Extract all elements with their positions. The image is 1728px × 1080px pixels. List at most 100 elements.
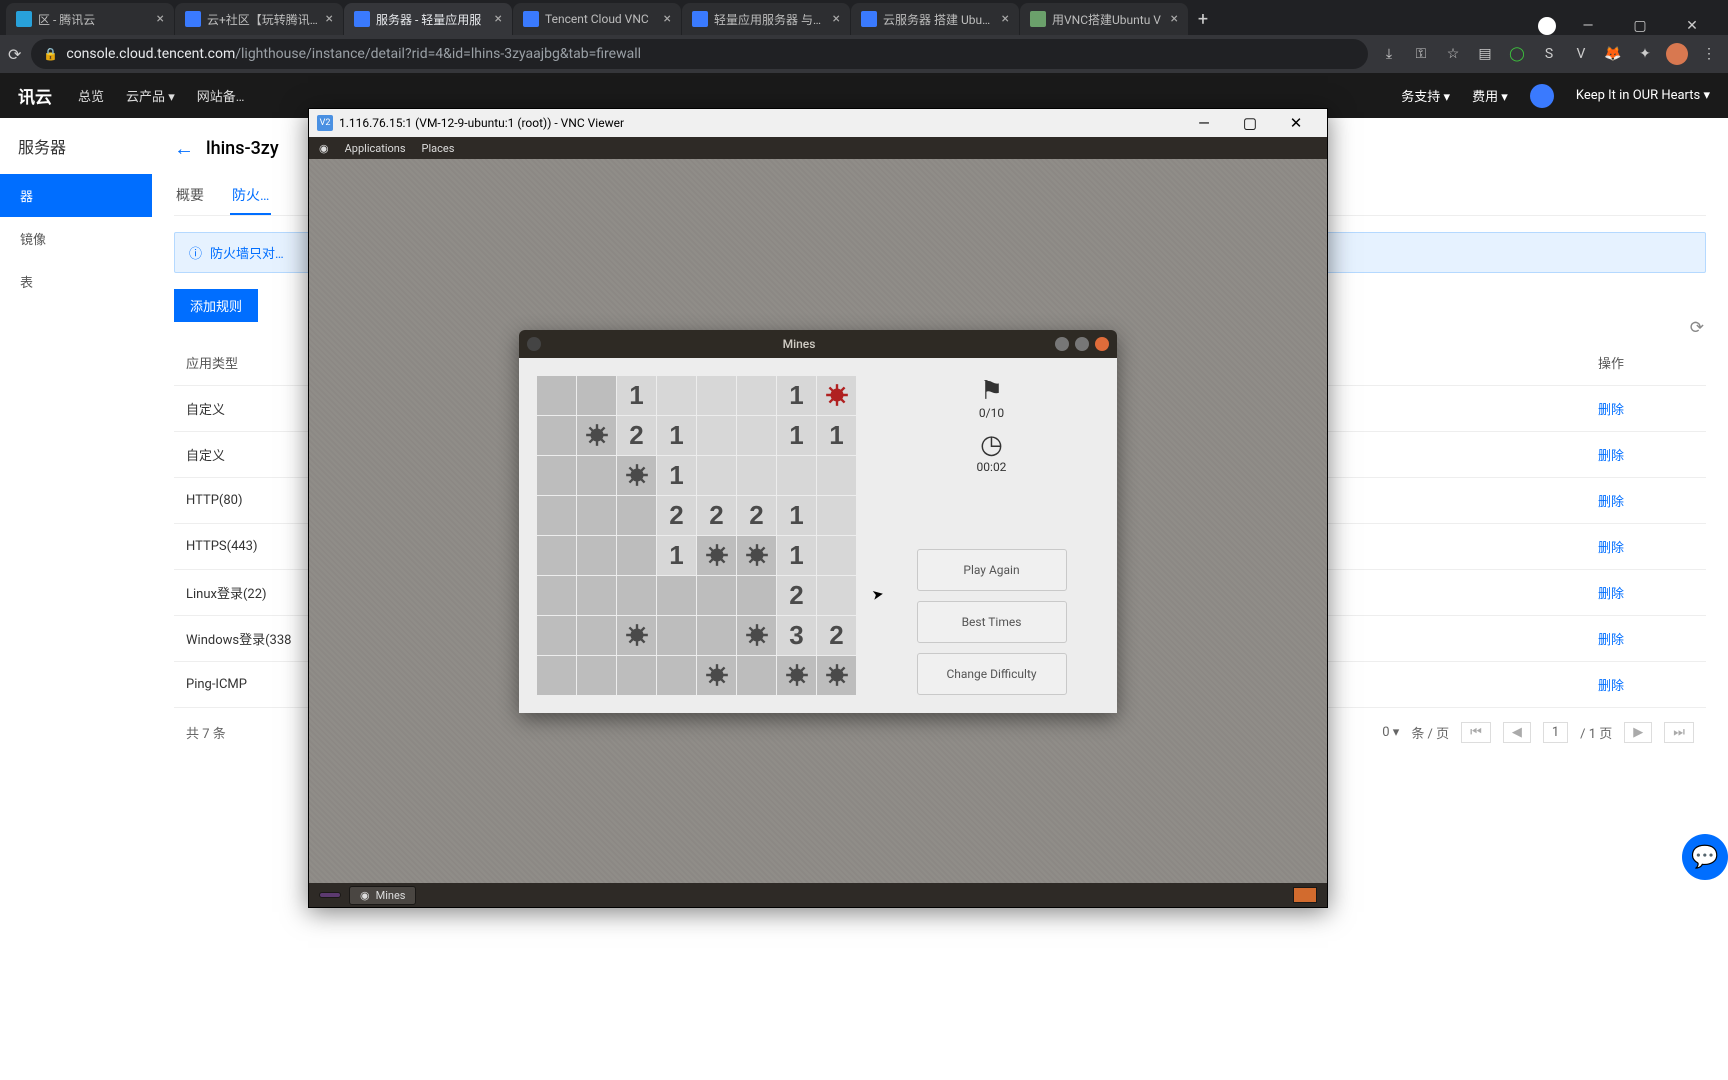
mines-cell[interactable] bbox=[577, 456, 616, 495]
mines-cell[interactable] bbox=[577, 656, 616, 695]
show-desktop-button[interactable] bbox=[319, 892, 341, 898]
window-maximize[interactable]: ▢ bbox=[1620, 18, 1660, 34]
mines-cell[interactable] bbox=[737, 416, 776, 455]
mines-cell[interactable] bbox=[617, 656, 656, 695]
mines-cell[interactable] bbox=[617, 576, 656, 615]
mines-cell[interactable] bbox=[817, 376, 856, 415]
mines-cell[interactable] bbox=[537, 456, 576, 495]
mines-cell[interactable] bbox=[577, 416, 616, 455]
mines-cell[interactable] bbox=[657, 616, 696, 655]
mines-cell[interactable] bbox=[617, 536, 656, 575]
sidebar-item-images[interactable]: 镜像 bbox=[0, 217, 152, 260]
mines-cell[interactable] bbox=[737, 536, 776, 575]
delete-link[interactable]: 删除 bbox=[1586, 432, 1706, 478]
nav-item[interactable]: 云产品 ▾ bbox=[126, 86, 175, 105]
mines-cell[interactable] bbox=[697, 416, 736, 455]
mines-cell[interactable] bbox=[697, 656, 736, 695]
mines-cell[interactable] bbox=[817, 576, 856, 615]
close-icon[interactable]: × bbox=[495, 11, 502, 27]
mines-cell[interactable] bbox=[537, 656, 576, 695]
system-icon[interactable]: ◉ bbox=[319, 142, 329, 155]
mines-cell[interactable]: 1 bbox=[777, 536, 816, 575]
best-times-button[interactable]: Best Times bbox=[917, 601, 1067, 643]
nav-item[interactable]: 总览 bbox=[78, 86, 104, 105]
browser-tab[interactable]: 服务器 - 轻量应用服× bbox=[344, 3, 512, 35]
mines-cell[interactable]: 1 bbox=[657, 536, 696, 575]
delete-link[interactable]: 删除 bbox=[1586, 478, 1706, 524]
window-maximize[interactable]: ▢ bbox=[1227, 114, 1273, 132]
mines-cell[interactable] bbox=[817, 456, 856, 495]
mines-cell[interactable]: 2 bbox=[657, 496, 696, 535]
close-icon[interactable]: × bbox=[326, 11, 333, 27]
address-bar[interactable]: 🔒 console.cloud.tencent.com/lighthouse/i… bbox=[31, 39, 1368, 69]
window-minimize[interactable] bbox=[1055, 337, 1069, 351]
user-avatar[interactable] bbox=[1530, 84, 1554, 108]
page-prev-button[interactable]: ◀ bbox=[1503, 722, 1531, 743]
delete-link[interactable]: 删除 bbox=[1586, 616, 1706, 662]
delete-link[interactable]: 删除 bbox=[1586, 524, 1706, 570]
mines-cell[interactable]: 1 bbox=[777, 376, 816, 415]
window-close[interactable]: ✕ bbox=[1273, 114, 1319, 132]
mines-cell[interactable] bbox=[577, 496, 616, 535]
mines-cell[interactable] bbox=[657, 656, 696, 695]
window-close[interactable] bbox=[1095, 337, 1109, 351]
close-icon[interactable]: × bbox=[1171, 11, 1178, 27]
tab-firewall[interactable]: 防火… bbox=[230, 177, 271, 215]
mines-cell[interactable]: 1 bbox=[817, 416, 856, 455]
mines-cell[interactable] bbox=[537, 376, 576, 415]
mines-cell[interactable] bbox=[537, 536, 576, 575]
close-icon[interactable]: × bbox=[1002, 11, 1009, 27]
page-last-button[interactable]: ⏭ bbox=[1664, 722, 1694, 743]
page-first-button[interactable]: ⏮ bbox=[1461, 722, 1491, 743]
gnome-menu-places[interactable]: Places bbox=[422, 142, 455, 155]
delete-link[interactable]: 删除 bbox=[1586, 570, 1706, 616]
password-icon[interactable]: ⚿ bbox=[1410, 43, 1432, 65]
delete-link[interactable]: 删除 bbox=[1586, 386, 1706, 432]
close-icon[interactable]: × bbox=[664, 11, 671, 27]
vnc-titlebar[interactable]: V2 1.116.76.15:1 (VM-12-9-ubuntu:1 (root… bbox=[309, 109, 1327, 137]
gnome-menu-applications[interactable]: Applications bbox=[345, 142, 406, 155]
extensions-menu-icon[interactable]: ✦ bbox=[1634, 43, 1656, 65]
window-minimize[interactable]: — bbox=[1181, 114, 1227, 132]
mines-cell[interactable] bbox=[577, 576, 616, 615]
page-input[interactable]: 1 bbox=[1543, 722, 1568, 743]
mines-cell[interactable] bbox=[697, 456, 736, 495]
mines-cell[interactable] bbox=[817, 656, 856, 695]
extension-icon[interactable]: V bbox=[1570, 43, 1592, 65]
mines-cell[interactable]: 1 bbox=[777, 496, 816, 535]
window-close[interactable]: ✕ bbox=[1672, 18, 1712, 34]
close-icon[interactable]: × bbox=[833, 11, 840, 27]
mines-cell[interactable] bbox=[737, 576, 776, 615]
add-rule-button[interactable]: 添加规则 bbox=[174, 289, 258, 322]
mines-cell[interactable] bbox=[737, 376, 776, 415]
nav-item[interactable]: 网站备… bbox=[197, 86, 245, 105]
tab-overview[interactable]: 概要 bbox=[174, 177, 206, 215]
mines-cell[interactable] bbox=[537, 416, 576, 455]
mines-cell[interactable] bbox=[537, 616, 576, 655]
mines-cell[interactable]: 3 bbox=[777, 616, 816, 655]
mines-cell[interactable] bbox=[537, 496, 576, 535]
close-icon[interactable]: × bbox=[157, 11, 164, 27]
install-icon[interactable]: ⤓ bbox=[1378, 43, 1400, 65]
extension-icon[interactable]: S bbox=[1538, 43, 1560, 65]
mines-cell[interactable] bbox=[617, 616, 656, 655]
mines-cell[interactable] bbox=[577, 616, 616, 655]
mines-cell[interactable]: 1 bbox=[657, 416, 696, 455]
mines-cell[interactable]: 1 bbox=[617, 376, 656, 415]
mines-cell[interactable] bbox=[697, 536, 736, 575]
profile-avatar[interactable] bbox=[1666, 43, 1688, 65]
help-chat-button[interactable]: 💬 bbox=[1682, 834, 1728, 880]
reload-icon[interactable]: ⟳ bbox=[8, 45, 21, 64]
back-button[interactable]: ← bbox=[174, 136, 194, 161]
new-tab-button[interactable]: + bbox=[1189, 5, 1217, 35]
refresh-icon[interactable]: ⟳ bbox=[1690, 318, 1704, 338]
mines-cell[interactable] bbox=[617, 496, 656, 535]
remote-desktop[interactable]: Mines 1121111222111232 ⚑ 0/10 ◷ 00:02 bbox=[309, 159, 1327, 883]
browser-tab[interactable]: 云+社区【玩转腾讯…× bbox=[175, 3, 343, 35]
window-maximize[interactable] bbox=[1075, 337, 1089, 351]
mines-cell[interactable] bbox=[697, 616, 736, 655]
workspace-switcher[interactable] bbox=[1293, 887, 1317, 903]
change-difficulty-button[interactable]: Change Difficulty bbox=[917, 653, 1067, 695]
mines-cell[interactable] bbox=[617, 456, 656, 495]
browser-tab[interactable]: 云服务器 搭建 Ubu…× bbox=[851, 3, 1019, 35]
